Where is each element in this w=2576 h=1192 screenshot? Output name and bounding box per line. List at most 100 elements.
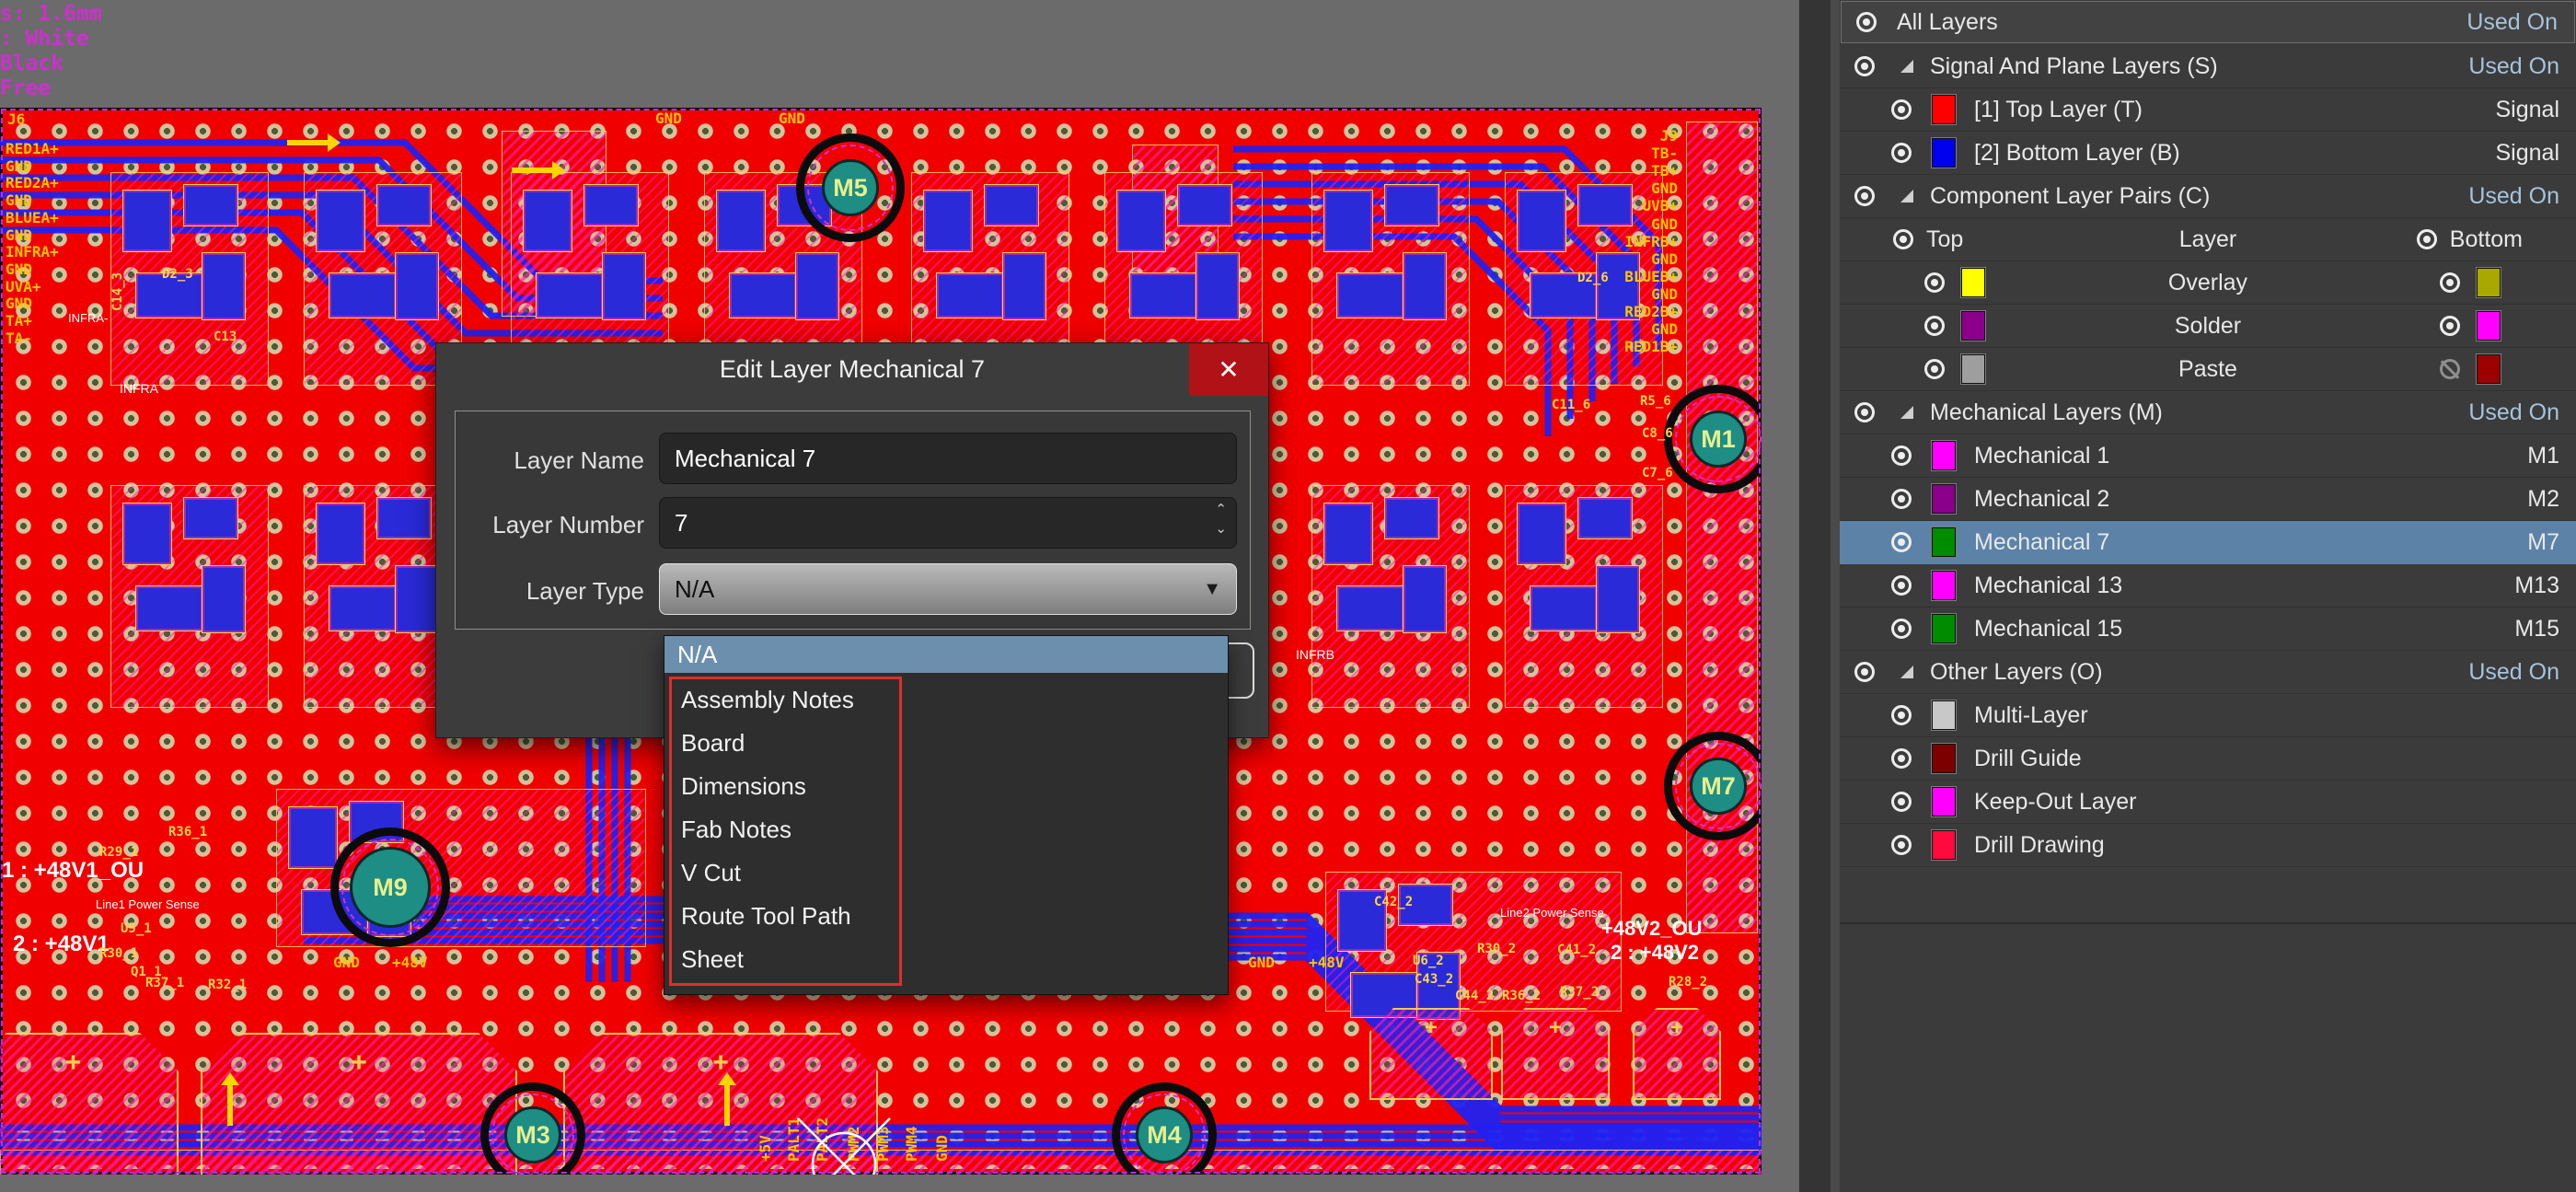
visibility-eye-icon[interactable] bbox=[1891, 489, 1912, 509]
layer-color-swatch[interactable] bbox=[1932, 484, 1956, 514]
layer-pair-row[interactable]: Solder bbox=[1840, 305, 2576, 348]
component-footprint bbox=[523, 190, 572, 252]
layer-color-swatch[interactable] bbox=[1961, 268, 1985, 297]
dropdown-item[interactable]: Sheet bbox=[664, 938, 1228, 981]
visibility-eye-icon[interactable] bbox=[1924, 272, 1945, 293]
layer-row[interactable]: Mechanical 13M13 bbox=[1840, 564, 2576, 608]
dropdown-item[interactable]: Assembly Notes bbox=[664, 678, 1228, 722]
layer-row-right-label: Signal bbox=[2496, 140, 2560, 167]
layer-group-header[interactable]: Signal And Plane Layers (S)Used On bbox=[1840, 45, 2576, 88]
component-ref-label: C44_2 bbox=[1455, 989, 1494, 1003]
visibility-eye-icon[interactable] bbox=[1924, 359, 1945, 379]
dropdown-item[interactable]: Route Tool Path bbox=[664, 895, 1228, 938]
used-on-label[interactable]: Used On bbox=[2466, 9, 2558, 36]
pair-layer-label: Solder bbox=[2175, 313, 2241, 340]
layer-row[interactable]: Drill Drawing bbox=[1840, 824, 2576, 867]
layer-color-swatch[interactable] bbox=[2477, 311, 2501, 341]
layer-row[interactable]: [1] Top Layer (T)Signal bbox=[1840, 88, 2576, 132]
layer-color-swatch[interactable] bbox=[1932, 614, 1956, 643]
panel-splitter[interactable] bbox=[1799, 0, 1840, 1192]
component-footprint bbox=[1517, 190, 1566, 252]
layer-color-swatch[interactable] bbox=[1932, 744, 1956, 773]
dropdown-item[interactable]: Board bbox=[664, 722, 1228, 765]
dropdown-item[interactable]: Dimensions bbox=[664, 765, 1228, 808]
layer-color-swatch[interactable] bbox=[2477, 354, 2501, 384]
layer-group-header[interactable]: Other Layers (O)Used On bbox=[1840, 651, 2576, 694]
layer-color-swatch[interactable] bbox=[1932, 441, 1956, 470]
layer-row[interactable]: Mechanical 15M15 bbox=[1840, 608, 2576, 651]
mounting-hole-label: M7 bbox=[1701, 772, 1736, 801]
visibility-eye-icon[interactable] bbox=[1893, 229, 1913, 249]
component-ref-label: C42_2 bbox=[1374, 895, 1413, 909]
component-footprint bbox=[122, 190, 172, 252]
layer-pair-row[interactable]: Paste bbox=[1840, 348, 2576, 391]
dialog-close-button[interactable]: ✕ bbox=[1189, 343, 1268, 396]
layer-pair-row[interactable]: Overlay bbox=[1840, 261, 2576, 305]
component-cluster bbox=[1311, 485, 1470, 708]
layer-row[interactable]: Mechanical 2M2 bbox=[1840, 478, 2576, 521]
layer-color-swatch[interactable] bbox=[1932, 787, 1956, 816]
visibility-eye-icon[interactable] bbox=[1891, 835, 1912, 855]
layer-row[interactable]: Mechanical 7M7 bbox=[1840, 521, 2576, 564]
layer-color-swatch[interactable] bbox=[1932, 95, 1956, 124]
component-ref-label: C43_2 bbox=[1415, 972, 1453, 987]
visibility-eye-icon[interactable] bbox=[2440, 316, 2460, 336]
visibility-eye-icon[interactable] bbox=[1891, 99, 1912, 120]
visibility-eye-icon[interactable] bbox=[1891, 792, 1912, 812]
layer-type-dropdown: N/A Assembly NotesBoardDimensionsFab Not… bbox=[664, 635, 1229, 995]
dropdown-item-na[interactable]: N/A bbox=[664, 636, 1228, 673]
visibility-eye-icon[interactable] bbox=[1891, 143, 1912, 163]
visibility-eye-icon[interactable] bbox=[1891, 705, 1912, 725]
visibility-eye-icon[interactable] bbox=[1891, 575, 1912, 596]
component-ref-label: C41_2 bbox=[1557, 943, 1596, 957]
visibility-eye-icon[interactable] bbox=[2440, 272, 2460, 293]
layer-color-swatch[interactable] bbox=[1932, 830, 1956, 860]
visibility-eye-icon[interactable] bbox=[2417, 229, 2437, 249]
visibility-eye-icon[interactable] bbox=[1854, 402, 1875, 422]
layer-color-swatch[interactable] bbox=[1961, 311, 1985, 341]
layer-row-right-label: M13 bbox=[2514, 573, 2559, 599]
layer-row[interactable]: Mechanical 1M1 bbox=[1840, 434, 2576, 478]
all-layers-header[interactable]: All LayersUsed On bbox=[1841, 1, 2575, 43]
used-on-label[interactable]: Used On bbox=[2468, 399, 2559, 426]
visibility-eye-icon[interactable] bbox=[1854, 662, 1875, 682]
component-footprint bbox=[202, 252, 246, 320]
used-on-label[interactable]: Used On bbox=[2468, 53, 2559, 80]
visibility-eye-icon[interactable] bbox=[1891, 619, 1912, 639]
visibility-eye-off-icon[interactable] bbox=[2440, 359, 2460, 379]
dropdown-item[interactable]: Fab Notes bbox=[664, 808, 1228, 851]
visibility-eye-icon[interactable] bbox=[1854, 186, 1875, 206]
layer-color-swatch[interactable] bbox=[1932, 527, 1956, 557]
layer-row[interactable]: Keep-Out Layer bbox=[1840, 781, 2576, 824]
layer-row-right-label: M1 bbox=[2527, 443, 2559, 469]
layer-row[interactable]: Drill Guide bbox=[1840, 737, 2576, 781]
collapse-triangle-icon[interactable] bbox=[1900, 406, 1913, 419]
used-on-label[interactable]: Used On bbox=[2468, 659, 2559, 686]
layer-row[interactable]: [2] Bottom Layer (B)Signal bbox=[1840, 132, 2576, 175]
collapse-triangle-icon[interactable] bbox=[1900, 190, 1913, 203]
visibility-eye-icon[interactable] bbox=[1856, 12, 1877, 32]
visibility-eye-icon[interactable] bbox=[1891, 532, 1912, 552]
layer-color-swatch[interactable] bbox=[1961, 354, 1985, 384]
direction-arrow-icon bbox=[724, 1085, 730, 1126]
layer-color-swatch[interactable] bbox=[2477, 268, 2501, 297]
used-on-label[interactable]: Used On bbox=[2468, 183, 2559, 210]
dropdown-item[interactable]: V Cut bbox=[664, 851, 1228, 895]
layer-name-input[interactable]: Mechanical 7 bbox=[659, 433, 1237, 484]
visibility-eye-icon[interactable] bbox=[1854, 56, 1875, 76]
visibility-eye-icon[interactable] bbox=[1924, 316, 1945, 336]
spinner-arrows[interactable]: ⌃⌄ bbox=[1215, 503, 1227, 535]
component-ref-label: C13 bbox=[214, 330, 237, 344]
layer-color-swatch[interactable] bbox=[1932, 700, 1956, 730]
layer-color-swatch[interactable] bbox=[1932, 138, 1956, 168]
layer-group-header[interactable]: Component Layer Pairs (C)Used On bbox=[1840, 175, 2576, 218]
layer-group-header[interactable]: Mechanical Layers (M)Used On bbox=[1840, 391, 2576, 434]
layer-number-input[interactable]: 7 ⌃⌄ bbox=[659, 497, 1237, 549]
collapse-triangle-icon[interactable] bbox=[1900, 665, 1913, 678]
layer-color-swatch[interactable] bbox=[1932, 571, 1956, 600]
layer-row[interactable]: Multi-Layer bbox=[1840, 694, 2576, 737]
collapse-triangle-icon[interactable] bbox=[1900, 60, 1913, 73]
visibility-eye-icon[interactable] bbox=[1891, 748, 1912, 769]
visibility-eye-icon[interactable] bbox=[1891, 446, 1912, 466]
layer-type-combo[interactable]: N/A ▼ bbox=[659, 563, 1237, 615]
